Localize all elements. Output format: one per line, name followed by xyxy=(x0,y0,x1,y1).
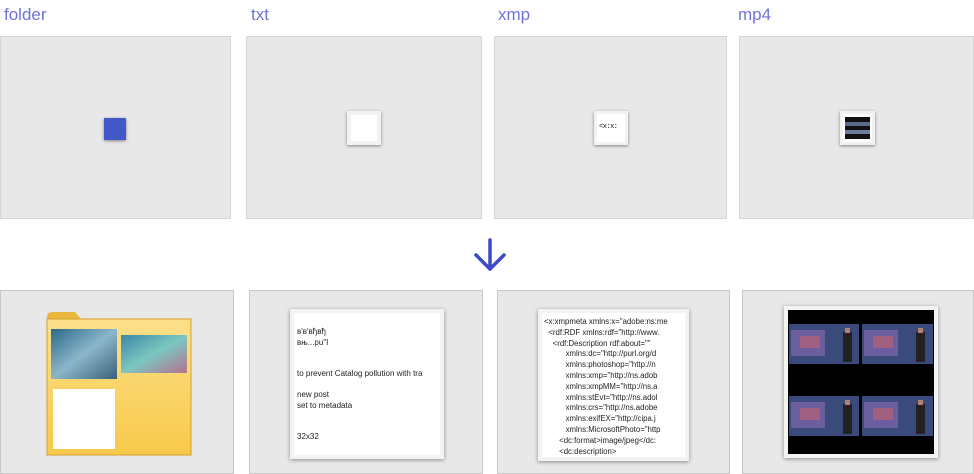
folder-thumbnail-small-panel[interactable] xyxy=(0,36,231,219)
txt-preview-line: set to metadata xyxy=(297,400,353,410)
xmp-small-thumbnail: <x:x: xyxy=(594,111,628,145)
xmp-preview-line: xmlns:crs="http://ns.adobe xyxy=(544,403,658,413)
txt-preview-panel[interactable]: в'в'вђвђ вњ...рu"I to prevent Catalog pol… xyxy=(249,290,483,474)
xmp-thumbnail-small-panel[interactable]: <x:x: xyxy=(494,36,727,219)
xmp-small-glyph: <x:x: xyxy=(599,123,618,131)
mp4-thumbnail-small-panel[interactable] xyxy=(739,36,974,219)
folder-small-icon xyxy=(104,118,126,140)
xmp-preview-line: xmlns:stEvt="http://ns.adol xyxy=(544,392,658,402)
folder-preview-panel[interactable] xyxy=(0,290,234,474)
txt-preview-text: в'в'вђвђ вњ...рu"I to prevent Catalog pol… xyxy=(297,327,422,443)
txt-document-preview: в'в'вђвђ вњ...рu"I to prevent Catalog pol… xyxy=(290,309,444,459)
mp4-preview-panel[interactable] xyxy=(742,290,974,474)
xmp-preview-line: xmlns:photoshop="http://n xyxy=(544,360,656,370)
txt-preview-line: 32x32 xyxy=(297,432,319,441)
txt-preview-line: new post xyxy=(297,390,330,399)
arrow-down-icon xyxy=(474,238,506,271)
xmp-preview-line: <rdf:RDF xmlns:rdf="http://www. xyxy=(544,327,660,337)
xmp-preview-line: <dc:format>image/jpeg</dc: xyxy=(544,435,657,445)
label-mp4: mp4 xyxy=(738,5,772,24)
xmp-preview-panel[interactable]: <x:xmpmeta xmlns:x="adobe:ns:me <rdf:RDF… xyxy=(497,290,730,474)
xmp-document-preview: <x:xmpmeta xmlns:x="adobe:ns:me <rdf:RDF… xyxy=(538,309,689,461)
txt-preview-line xyxy=(297,359,422,370)
xmp-preview-line: <x:xmpmeta xmlns:x="adobe:ns:me xyxy=(544,317,668,326)
xmp-preview-line: xmlns:dc="http://purl.org/d xyxy=(544,349,657,359)
mp4-small-frame xyxy=(845,117,870,139)
txt-thumbnail-small-panel[interactable] xyxy=(246,36,482,219)
folder-icon xyxy=(46,312,192,456)
txt-preview-line xyxy=(297,411,422,422)
xmp-preview-line: xmlns:MicrosoftPhoto="http xyxy=(544,424,661,434)
txt-small-thumbnail xyxy=(347,111,381,145)
mp4-small-band-bottom xyxy=(845,130,870,134)
label-xmp: xmp xyxy=(498,5,531,24)
txt-preview-line: to prevent Catalog pollution with tra xyxy=(297,369,423,378)
xmp-preview-line: xmlns:xmp="http://ns.adob xyxy=(544,370,658,380)
label-folder: folder xyxy=(4,5,47,24)
xmp-preview-line: xmlns:xmpMM="http://ns.a xyxy=(544,381,658,391)
label-txt: txt xyxy=(251,5,269,24)
txt-preview-line xyxy=(297,422,422,433)
mp4-small-band-top xyxy=(845,122,870,126)
xmp-preview-line: xmlns:exifEX="http://cipa.j xyxy=(544,414,656,424)
txt-preview-line: вњ...рu"I xyxy=(297,337,329,347)
txt-preview-line xyxy=(297,380,422,391)
video-frames-grid xyxy=(788,310,934,454)
xmp-preview-line: <dc:description> xyxy=(544,446,617,456)
mp4-frame-preview xyxy=(784,306,938,458)
txt-preview-line xyxy=(297,348,422,359)
mp4-small-thumbnail xyxy=(840,111,875,145)
txt-preview-line: в'в'вђвђ xyxy=(297,327,326,336)
xmp-preview-line: <rdf:Description rdf:about="" xyxy=(544,338,651,348)
xmp-preview-text: <x:xmpmeta xmlns:x="adobe:ns:me <rdf:RDF… xyxy=(544,317,668,457)
